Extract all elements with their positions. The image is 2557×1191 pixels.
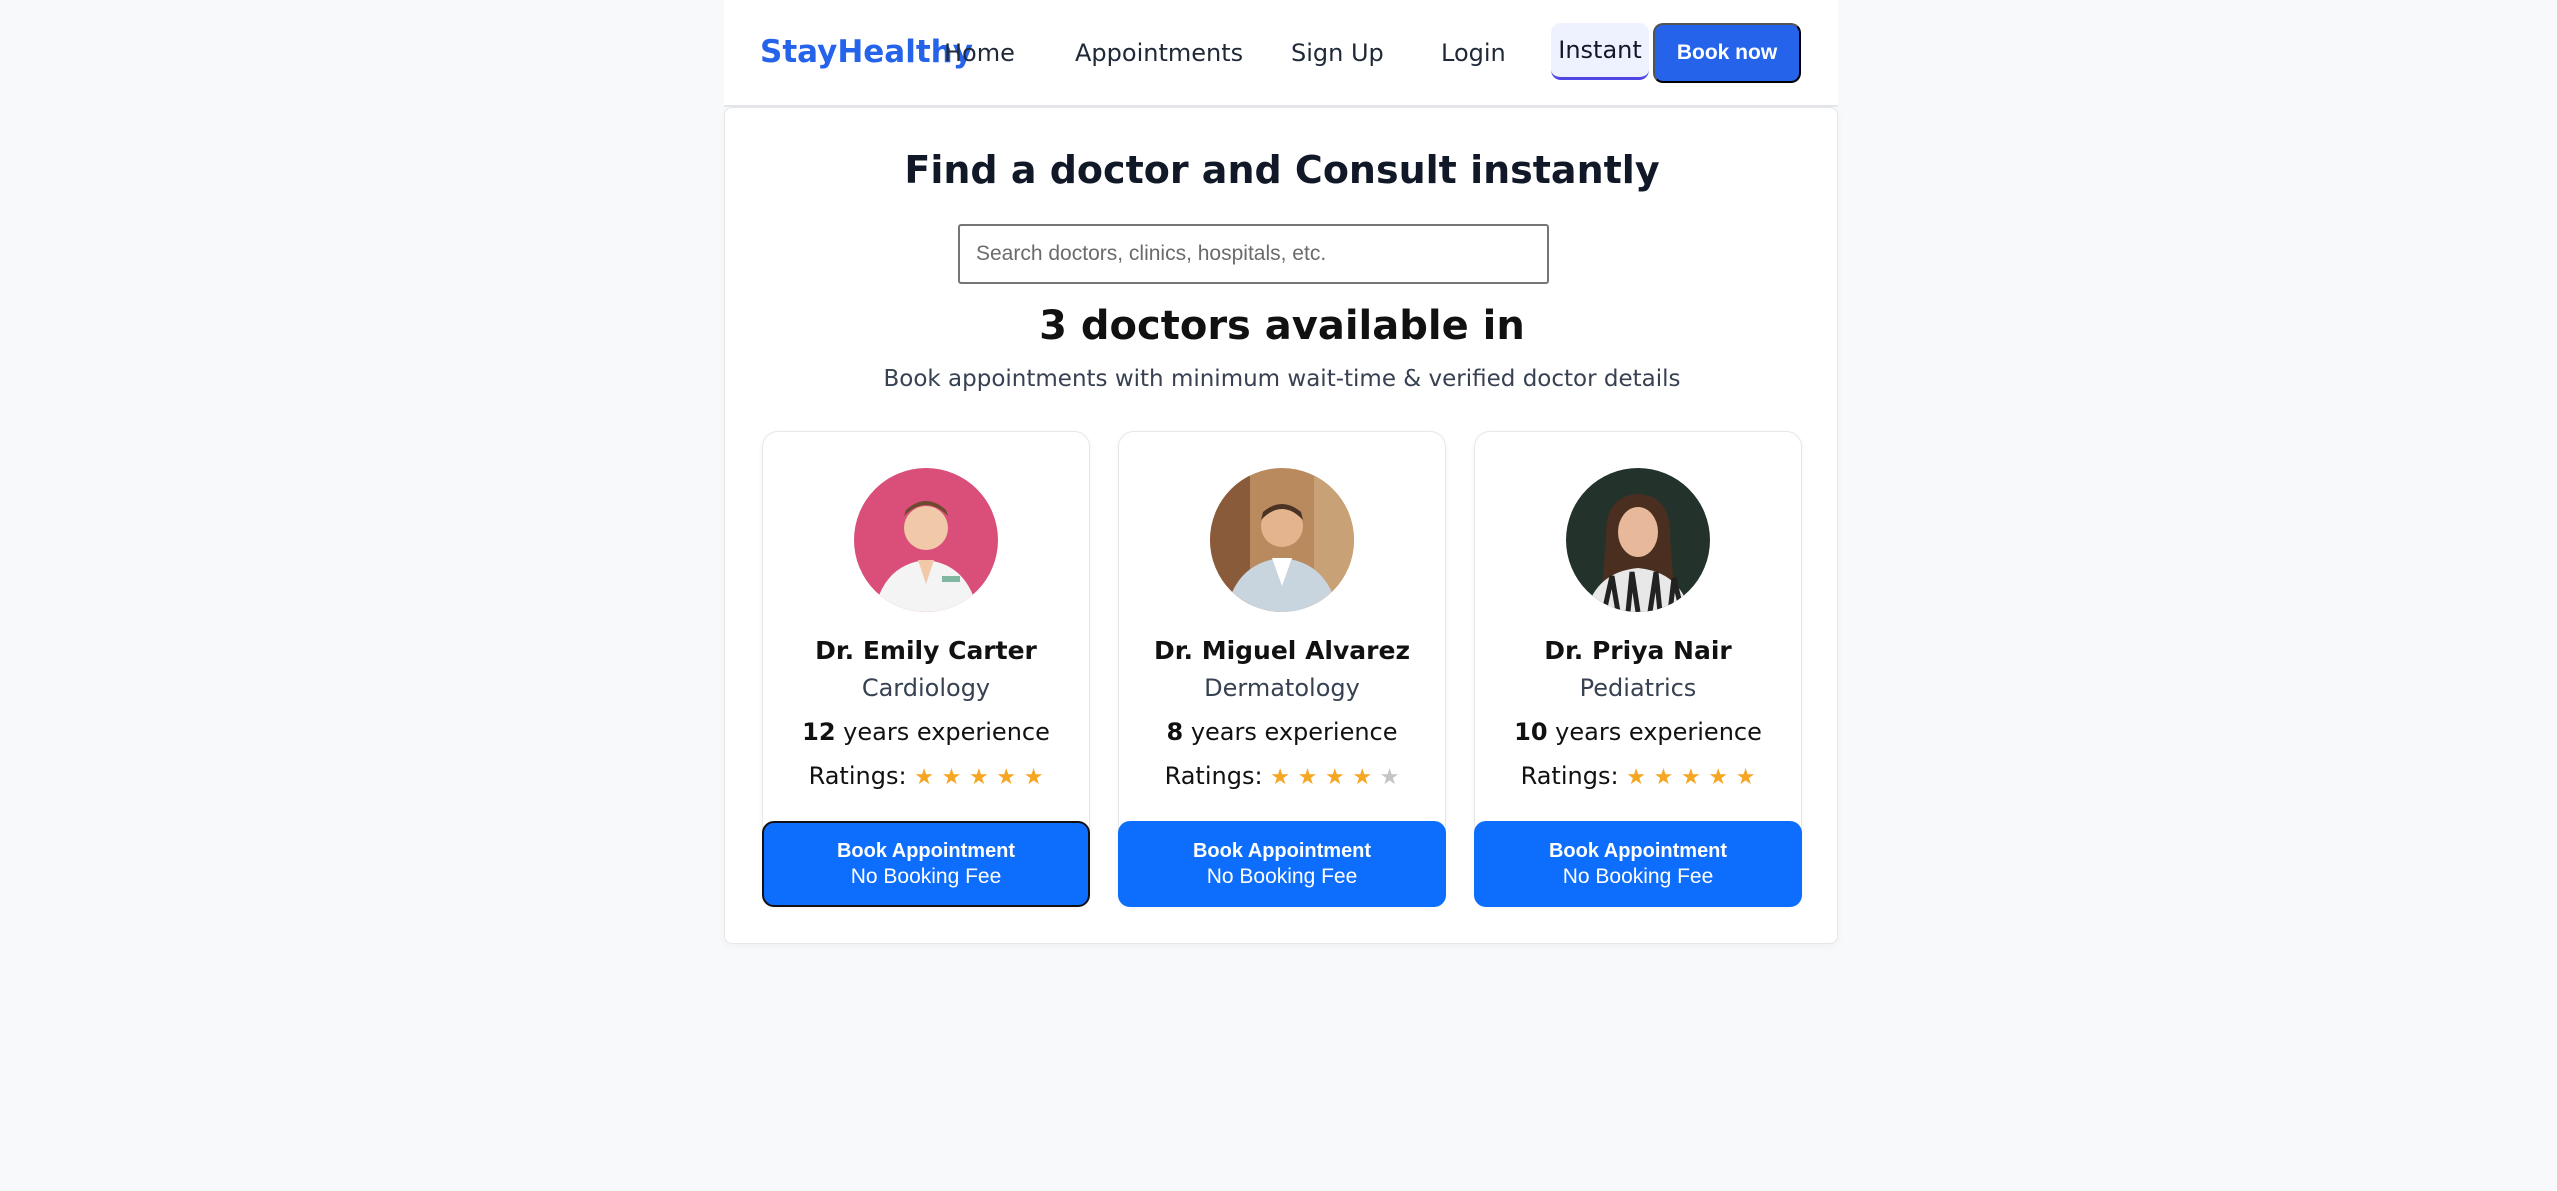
nav-link-sign-up[interactable]: Sign Up — [1291, 39, 1384, 67]
doctor-avatar — [854, 468, 998, 612]
nav-link-instant[interactable]: Instant — [1551, 23, 1649, 80]
doctor-avatar — [1566, 468, 1710, 612]
doctor-rating: Ratings: ★ ★ ★ ★ ★ — [1475, 762, 1801, 790]
doctor-name: Dr. Emily Carter — [815, 636, 1037, 665]
book-appointment-button[interactable]: Book Appointment No Booking Fee — [1118, 821, 1446, 907]
doctor-avatar — [1210, 468, 1354, 612]
star-filled-icon: ★ — [996, 765, 1017, 790]
doctor-card: Dr. Miguel Alvarez Dermatology 8 years e… — [1118, 431, 1446, 907]
star-filled-icon: ★ — [1297, 765, 1318, 790]
star-filled-icon: ★ — [1735, 765, 1756, 790]
nav-link-login[interactable]: Login — [1441, 39, 1506, 67]
doctor-search-panel: Find a doctor and Consult instantly 3 do… — [724, 107, 1838, 944]
experience-years: 12 — [802, 718, 836, 746]
star-filled-icon: ★ — [1680, 765, 1701, 790]
doctor-rating: Ratings: ★ ★ ★ ★ ★ — [1119, 762, 1445, 790]
top-navbar: StayHealthy Home Appointments Sign Up Lo… — [724, 0, 1838, 107]
subtitle: Book appointments with minimum wait-time… — [883, 366, 1681, 392]
book-appointment-button[interactable]: Book Appointment No Booking Fee — [762, 821, 1090, 907]
star-filled-icon: ★ — [968, 765, 989, 790]
ratings-label: Ratings: — [1520, 762, 1619, 790]
ratings-label: Ratings: — [808, 762, 907, 790]
experience-label: years experience — [1190, 718, 1398, 746]
experience-label: years experience — [1555, 718, 1762, 746]
doctor-specialty: Dermatology — [1204, 674, 1360, 702]
star-filled-icon: ★ — [941, 765, 962, 790]
doctor-card: Dr. Priya Nair Pediatrics 10 years exper… — [1474, 431, 1802, 907]
doctor-experience: 8 years experience — [1119, 718, 1445, 746]
doctor-name: Dr. Priya Nair — [1544, 636, 1732, 665]
book-appointment-label: Book Appointment — [1192, 840, 1372, 862]
rating-stars: ★ ★ ★ ★ ★ — [914, 762, 1043, 790]
rating-stars: ★ ★ ★ ★ ★ — [1270, 762, 1399, 790]
nav-link-appointments[interactable]: Appointments — [1075, 39, 1243, 67]
doctor-experience: 10 years experience — [1475, 718, 1801, 746]
nav-link-home[interactable]: Home — [944, 39, 1015, 67]
doctor-specialty: Cardiology — [861, 674, 991, 702]
doctor-count-heading: 3 doctors available in — [1039, 303, 1525, 349]
book-appointment-button[interactable]: Book Appointment No Booking Fee — [1474, 821, 1802, 907]
experience-years: 8 — [1166, 718, 1184, 746]
experience-label: years experience — [843, 718, 1050, 746]
doctor-name: Dr. Miguel Alvarez — [1153, 636, 1410, 665]
doctor-specialty: Pediatrics — [1579, 674, 1697, 702]
doctor-card: Dr. Emily Carter Cardiology 12 years exp… — [762, 431, 1090, 907]
doctor-experience: 12 years experience — [763, 718, 1089, 746]
star-filled-icon: ★ — [914, 765, 934, 790]
doctor-rating: Ratings: ★ ★ ★ ★ ★ — [763, 762, 1089, 790]
no-booking-fee-label: No Booking Fee — [1562, 865, 1714, 888]
star-filled-icon: ★ — [1023, 765, 1044, 790]
book-now-button[interactable]: Book now — [1653, 23, 1801, 83]
search-input[interactable] — [958, 224, 1549, 284]
ratings-label: Ratings: — [1164, 762, 1263, 790]
star-filled-icon: ★ — [1270, 765, 1290, 790]
star-filled-icon: ★ — [1708, 765, 1729, 790]
book-appointment-label: Book Appointment — [836, 840, 1016, 862]
book-appointment-label: Book Appointment — [1548, 840, 1728, 862]
rating-stars: ★ ★ ★ ★ ★ — [1626, 762, 1755, 790]
star-filled-icon: ★ — [1653, 765, 1674, 790]
brand-logo[interactable]: StayHealthy — [760, 34, 973, 70]
star-filled-icon: ★ — [1324, 765, 1345, 790]
page-title: Find a doctor and Consult instantly — [904, 148, 1660, 192]
no-booking-fee-label: No Booking Fee — [850, 865, 1002, 888]
star-filled-icon: ★ — [1626, 765, 1646, 790]
star-filled-icon: ★ — [1352, 765, 1373, 790]
star-empty-icon: ★ — [1379, 765, 1400, 790]
experience-years: 10 — [1514, 718, 1548, 746]
no-booking-fee-label: No Booking Fee — [1206, 865, 1358, 888]
